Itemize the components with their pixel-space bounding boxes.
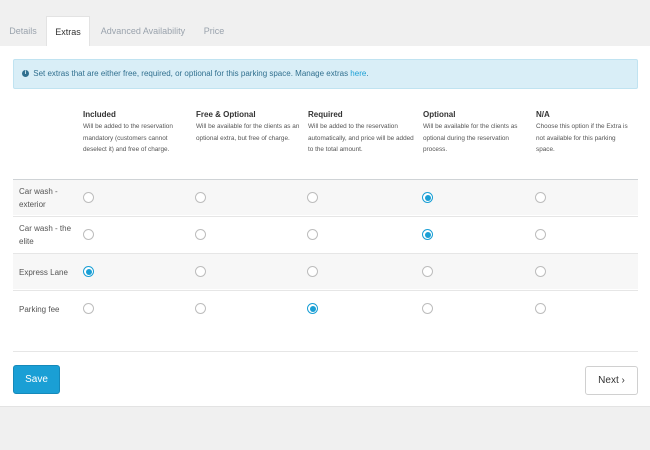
info-circle-icon: i <box>22 70 29 78</box>
column-title: Required <box>308 110 343 119</box>
column-description: Choose this option if the Extra is not a… <box>536 123 628 153</box>
column-header-optional: Optional Will be available for the clien… <box>423 110 533 156</box>
radio-free-optional[interactable] <box>195 303 206 314</box>
radio-optional[interactable] <box>422 229 433 240</box>
tab-extras[interactable]: Extras <box>46 16 90 46</box>
column-description: Will be available for the clients as an … <box>196 123 300 142</box>
column-title: Included <box>83 110 116 119</box>
radio-included[interactable] <box>83 229 94 240</box>
column-title: N/A <box>536 110 550 119</box>
table-row: Parking fee <box>13 290 638 326</box>
row-label: Parking fee <box>19 304 60 314</box>
column-title: Optional <box>423 110 456 119</box>
radio-included[interactable] <box>83 303 94 314</box>
tab-bar: Details Extras Advanced Availability Pri… <box>0 16 650 46</box>
radio-free-optional[interactable] <box>195 266 206 277</box>
manage-extras-link[interactable]: here <box>350 69 366 78</box>
table-row: Express Lane <box>13 253 638 289</box>
radio-required[interactable] <box>307 266 318 277</box>
radio-na[interactable] <box>535 266 546 277</box>
radio-free-optional[interactable] <box>195 192 206 203</box>
row-label: Express Lane <box>19 267 68 277</box>
column-header-na: N/A Choose this option if the Extra is n… <box>536 110 636 156</box>
column-header-required: Required Will be added to the reservatio… <box>308 110 418 156</box>
radio-optional[interactable] <box>422 192 433 203</box>
alert-text: Set extras that are either free, require… <box>33 69 351 78</box>
next-button[interactable]: Next › <box>585 366 638 395</box>
column-description: Will be available for the clients as opt… <box>423 123 518 153</box>
radio-na[interactable] <box>535 229 546 240</box>
radio-free-optional[interactable] <box>195 229 206 240</box>
save-button[interactable]: Save <box>13 365 60 394</box>
tab-details[interactable]: Details <box>0 16 46 46</box>
radio-required[interactable] <box>307 229 318 240</box>
radio-optional[interactable] <box>422 303 433 314</box>
radio-required[interactable] <box>307 303 318 314</box>
table-row: Car wash - the elite <box>13 216 638 252</box>
column-title: Free & Optional <box>196 110 256 119</box>
info-alert: i Set extras that are either free, requi… <box>13 59 638 89</box>
row-label: Car wash - the elite <box>19 224 72 246</box>
radio-na[interactable] <box>535 303 546 314</box>
extras-panel: i Set extras that are either free, requi… <box>0 46 650 407</box>
radio-included[interactable] <box>83 192 94 203</box>
tab-advanced-availability[interactable]: Advanced Availability <box>90 16 196 46</box>
radio-required[interactable] <box>307 192 318 203</box>
row-label: Car wash - exterior <box>19 187 58 209</box>
table-bottom-border <box>13 351 638 352</box>
column-header-included: Included Will be added to the reservatio… <box>83 110 193 156</box>
tab-price[interactable]: Price <box>196 16 232 46</box>
radio-optional[interactable] <box>422 266 433 277</box>
column-description: Will be added to the reservation automat… <box>308 123 414 153</box>
alert-suffix: . <box>366 69 369 78</box>
radio-na[interactable] <box>535 192 546 203</box>
radio-included[interactable] <box>83 266 94 277</box>
column-description: Will be added to the reservation mandato… <box>83 123 173 153</box>
table-row: Car wash - exterior <box>13 179 638 215</box>
column-header-free-optional: Free & Optional Will be available for th… <box>196 110 306 144</box>
